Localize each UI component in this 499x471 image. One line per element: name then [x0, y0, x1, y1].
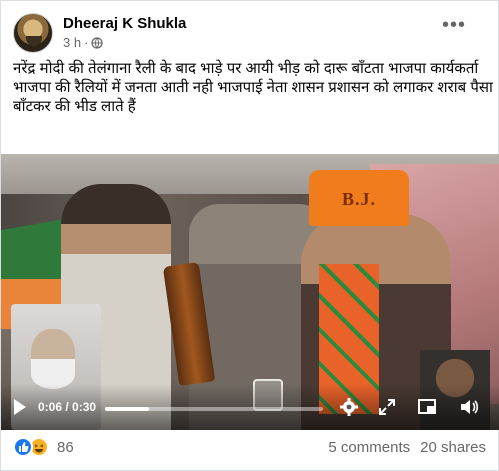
video-duration: 0:30 — [72, 400, 97, 414]
video-controls: 0:06 / 0:30 — [1, 384, 499, 430]
video-current-time: 0:06 — [38, 400, 63, 414]
video-time: 0:06 / 0:30 — [38, 398, 96, 416]
picture-in-picture-icon[interactable] — [417, 397, 437, 417]
reaction-count: 86 — [57, 438, 74, 456]
post-footer: 86 5 comments 20 shares — [13, 435, 486, 463]
post-text: नरेंद्र मोदी की तेलंगाना रैली के बाद भाड… — [13, 59, 493, 116]
post-header: Dheeraj K Shukla 3 h · ••• — [13, 11, 486, 55]
video-time-separator: / — [62, 400, 73, 414]
like-icon — [13, 437, 33, 457]
volume-icon[interactable] — [459, 397, 479, 417]
video-player[interactable]: B.J. 0:06 / 0:30 — [1, 154, 499, 430]
post-time[interactable]: 3 h — [63, 35, 81, 50]
settings-icon[interactable] — [339, 397, 359, 417]
shares-count[interactable]: 20 shares — [420, 439, 486, 456]
play-icon[interactable] — [13, 398, 27, 416]
video-progress-fill — [105, 407, 149, 411]
globe-icon — [91, 36, 104, 49]
post-text-line: भाजपा की रैलियों में जनता आती नही भाजपाई… — [13, 79, 493, 115]
author-name[interactable]: Dheeraj K Shukla — [63, 15, 186, 32]
comments-count[interactable]: 5 comments — [328, 439, 410, 456]
post-stats: 5 comments 20 shares — [328, 439, 486, 456]
video-progress-bar[interactable] — [105, 407, 323, 411]
author-avatar[interactable] — [13, 13, 53, 53]
post-text-line: नरेंद्र मोदी की तेलंगाना रैली के बाद भाड… — [13, 60, 479, 77]
reactions-summary[interactable]: 86 — [13, 437, 74, 457]
post-card: Dheeraj K Shukla 3 h · ••• नरेंद्र मोदी … — [0, 0, 499, 471]
more-horizontal-icon[interactable]: ••• — [442, 15, 466, 35]
post-meta: 3 h · — [63, 35, 104, 50]
video-frame-cap: B.J. — [309, 170, 409, 226]
fullscreen-icon[interactable] — [377, 397, 397, 417]
